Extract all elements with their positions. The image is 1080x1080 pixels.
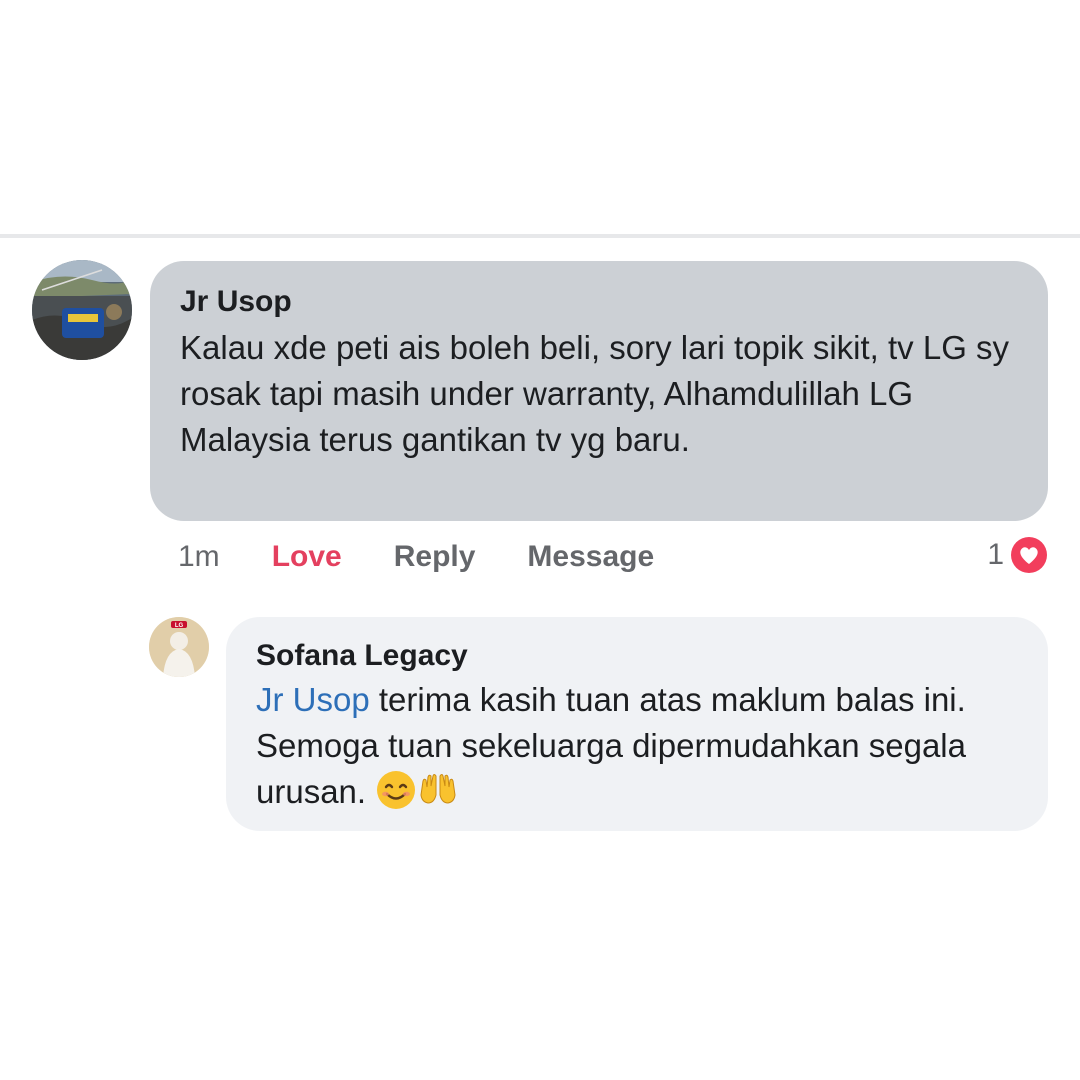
reply-text: Jr Usop terima kasih tuan atas maklum ba… xyxy=(256,677,1018,815)
top-divider xyxy=(0,234,1080,238)
raising-hands-icon xyxy=(417,769,459,811)
reply-author[interactable]: Sofana Legacy xyxy=(256,637,1018,675)
mention-link[interactable]: Jr Usop xyxy=(256,681,370,718)
comment-actions: 1m Love Reply Message xyxy=(178,534,654,580)
reply-avatar[interactable]: LG xyxy=(149,617,209,677)
comment-author[interactable]: Jr Usop xyxy=(180,283,1018,321)
avatar-badge: LG xyxy=(175,623,184,629)
avatar[interactable] xyxy=(32,260,132,360)
message-button[interactable]: Message xyxy=(527,540,654,574)
comment-text: Kalau xde peti ais boleh beli, sory lari… xyxy=(180,329,1010,458)
love-button[interactable]: Love xyxy=(272,540,342,574)
reaction-summary[interactable]: 1 xyxy=(987,532,1050,578)
reply-bubble: Sofana Legacy Jr Usop terima kasih tuan … xyxy=(226,617,1048,831)
reaction-count: 1 xyxy=(987,538,1004,571)
comment-timestamp[interactable]: 1m xyxy=(178,540,220,574)
heart-icon xyxy=(1008,534,1050,576)
comment-bubble: Jr Usop Kalau xde peti ais boleh beli, s… xyxy=(150,261,1048,521)
smiling-face-icon xyxy=(375,769,417,811)
reply-button[interactable]: Reply xyxy=(394,540,476,574)
